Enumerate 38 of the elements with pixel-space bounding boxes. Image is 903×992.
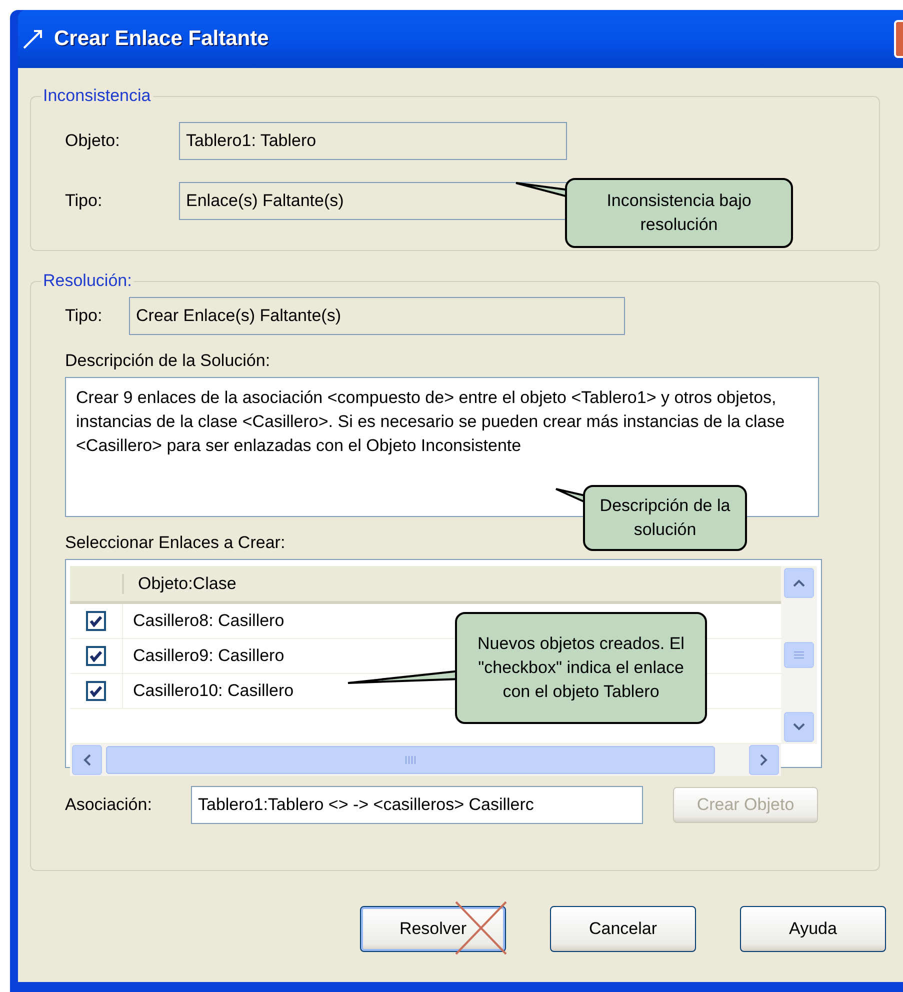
field-label: Asociación: (65, 795, 153, 815)
field-label: Descripción de la Solución: (65, 351, 270, 370)
checkbox[interactable] (86, 646, 106, 666)
checkmark-icon (89, 650, 103, 662)
field-label: Tipo: (65, 191, 104, 211)
window-title: Crear Enlace Faltante (54, 27, 269, 51)
field-label: Tipo: (65, 306, 104, 326)
scroll-up-icon[interactable] (784, 568, 814, 598)
checkmark-icon (89, 685, 103, 697)
horizontal-scrollbar[interactable] (70, 744, 781, 776)
type-field[interactable]: Enlace(s) Faltante(s) (179, 182, 567, 220)
checkbox[interactable] (86, 681, 106, 701)
checkbox[interactable] (86, 611, 106, 631)
scroll-right-icon[interactable] (749, 745, 779, 775)
callout: Descripción de la solución (583, 485, 747, 551)
scroll-thumb[interactable] (784, 642, 814, 668)
callout: Inconsistencia bajo resolución (565, 178, 793, 248)
type-field[interactable]: Crear Enlace(s) Faltante(s) (129, 297, 625, 335)
scroll-thumb[interactable] (106, 746, 715, 774)
table-cell-text: Casillero10: Casillero (132, 681, 294, 701)
association-field[interactable]: Tablero1:Tablero <> -> <casilleros> Casillerc (191, 786, 643, 824)
field-label: Objeto: (65, 131, 121, 151)
checkmark-icon (89, 615, 103, 627)
column-header[interactable]: Objeto:Clase (122, 574, 236, 594)
object-field[interactable]: Tablero1: Tablero (179, 122, 567, 160)
dialog-button[interactable]: Ayuda (740, 906, 886, 952)
dialog-button[interactable]: Cancelar (550, 906, 696, 952)
table-cell-text: Casillero9: Casillero (132, 646, 284, 666)
scroll-left-icon[interactable] (72, 745, 102, 775)
callout: Nuevos objetos creados. El "checkbox" indica el enlace con el objeto Tablero (455, 612, 707, 724)
group-legend: Inconsistencia (41, 86, 153, 106)
vertical-scrollbar[interactable] (781, 566, 817, 744)
dialog-button[interactable]: Resolver (360, 906, 506, 952)
field-label: Seleccionar Enlaces a Crear: (65, 533, 286, 552)
table-cell-text: Casillero8: Casillero (132, 611, 284, 631)
group-legend: Resolución: (41, 271, 134, 291)
link-arrow-icon (22, 28, 44, 50)
scroll-down-icon[interactable] (784, 712, 814, 742)
